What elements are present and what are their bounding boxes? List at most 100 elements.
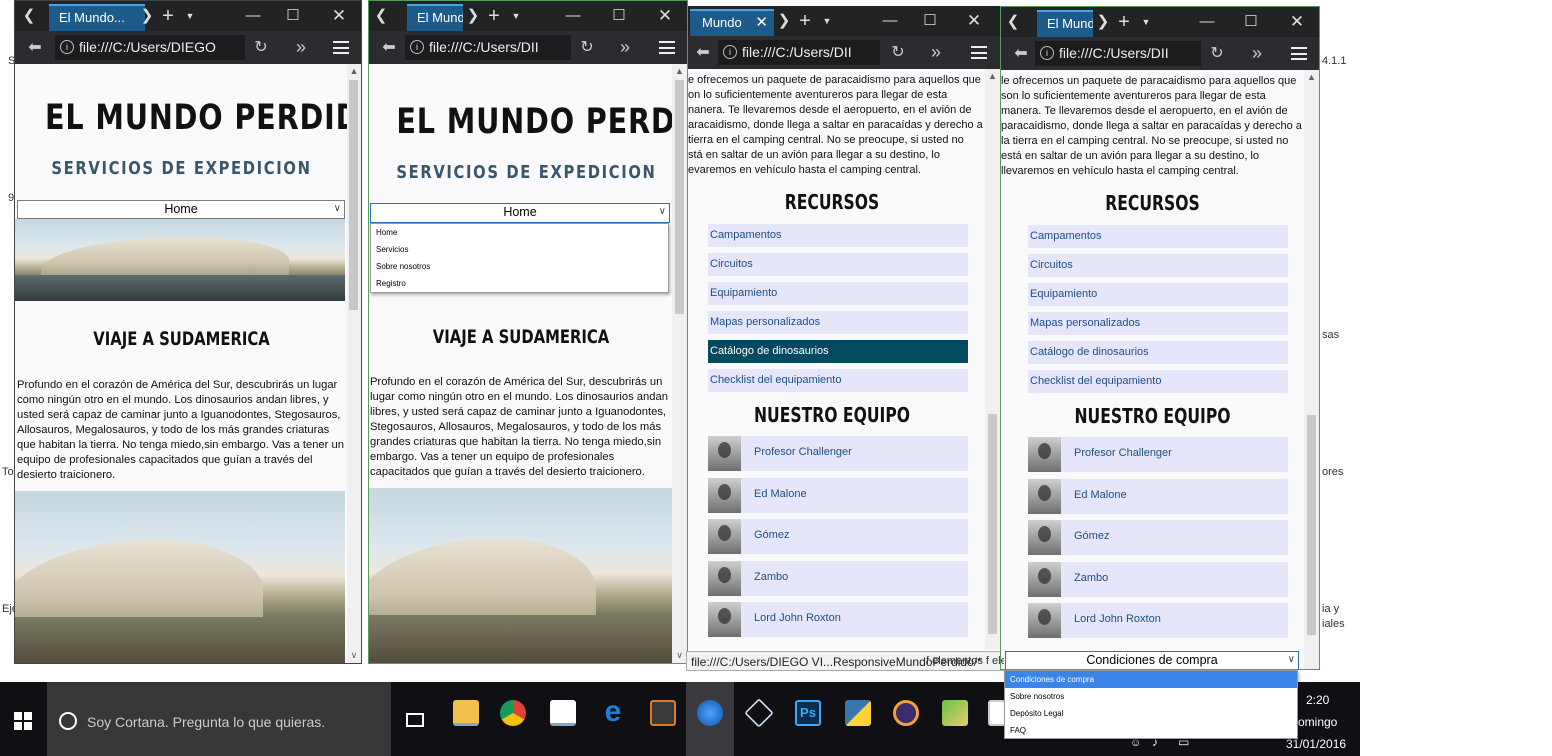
nav-select[interactable]: Home ∨ (370, 203, 670, 223)
scrollbar-thumb[interactable] (988, 414, 997, 634)
scroll-down-icon[interactable]: ∨ (347, 648, 361, 663)
team-member[interactable]: Profesor Challenger (1028, 437, 1288, 472)
tab-list-icon[interactable]: ▼ (183, 1, 197, 31)
back-icon[interactable]: ⬅ (377, 31, 401, 64)
eclipse-icon[interactable] (893, 700, 919, 726)
minimize-icon[interactable]: — (878, 6, 902, 36)
team-member[interactable]: Lord John Roxton (708, 602, 968, 637)
maximize-icon[interactable]: ☐ (281, 1, 305, 31)
resource-link[interactable]: Mapas personalizados (708, 311, 968, 334)
minimize-icon[interactable]: — (1195, 7, 1219, 37)
tab-list-icon[interactable]: ▼ (820, 6, 834, 36)
menu-icon[interactable] (659, 41, 675, 54)
address-bar[interactable]: i file:///C:/Users/DII (1035, 41, 1201, 66)
task-view-icon[interactable] (406, 713, 424, 727)
scrollbar-thumb[interactable] (675, 80, 684, 314)
reload-icon[interactable]: ↻ (249, 31, 273, 64)
photoshop-icon[interactable]: Ps (795, 700, 821, 726)
tab-close-icon[interactable]: ✕ (755, 11, 768, 35)
close-icon[interactable]: ✕ (1285, 7, 1309, 37)
nav-option-servicios[interactable]: Servicios (371, 241, 668, 258)
menu-icon[interactable] (971, 46, 987, 59)
minimize-icon[interactable]: — (241, 1, 265, 31)
nav-option-sobre-nosotros[interactable]: Sobre nosotros (371, 258, 668, 275)
resource-link[interactable]: Circuitos (708, 253, 968, 276)
resource-link-hovered[interactable]: Catálogo de dinosaurios (708, 340, 968, 363)
tab-mundo[interactable]: Mundo ✕ (690, 9, 774, 36)
chrome-icon[interactable] (500, 700, 526, 726)
reload-icon[interactable]: ↻ (886, 36, 910, 69)
resource-link[interactable]: Checklist del equipamiento (1028, 370, 1288, 393)
tab-el-mundo[interactable]: El Mundo (1037, 10, 1093, 37)
scroll-up-icon[interactable]: ▲ (985, 69, 1000, 84)
resource-link[interactable]: Campamentos (708, 224, 968, 247)
tab-scroll-left-icon[interactable]: ❮ (371, 1, 391, 31)
scroll-up-icon[interactable]: ▲ (1304, 70, 1319, 85)
scrollbar[interactable]: ▲ ∨ (347, 64, 361, 663)
footer-option-deposito-legal[interactable]: Depósito Legal (1005, 705, 1297, 722)
reload-icon[interactable]: ↻ (575, 31, 599, 64)
scrollbar-thumb[interactable] (1307, 415, 1316, 635)
team-member[interactable]: Gómez (1028, 520, 1288, 555)
footer-option-faq[interactable]: FAQ (1005, 722, 1297, 739)
info-icon[interactable]: i (723, 45, 737, 59)
info-icon[interactable]: i (1040, 46, 1054, 60)
tab-scroll-right-icon[interactable]: ❯ (1095, 7, 1111, 37)
reload-icon[interactable]: ↻ (1205, 37, 1229, 70)
file-explorer-icon[interactable] (453, 700, 479, 726)
menu-icon[interactable] (333, 41, 349, 54)
python-icon[interactable] (845, 700, 871, 726)
address-bar[interactable]: i file:///C:/Users/DII (405, 35, 571, 60)
resource-link[interactable]: Equipamiento (708, 282, 968, 305)
team-member[interactable]: Ed Malone (1028, 479, 1288, 514)
team-member[interactable]: Zambo (1028, 562, 1288, 597)
back-icon[interactable]: ⬅ (23, 31, 47, 64)
overflow-chevron-icon[interactable]: » (613, 31, 637, 64)
team-member[interactable]: Gómez (708, 519, 968, 554)
nav-option-registro[interactable]: Registro (371, 275, 668, 292)
sublime-text-icon[interactable] (650, 700, 676, 726)
info-icon[interactable]: i (60, 40, 74, 54)
firefox-developer-icon[interactable] (697, 700, 723, 726)
overflow-chevron-icon[interactable]: » (924, 36, 948, 69)
overflow-chevron-icon[interactable]: » (289, 31, 313, 64)
address-bar[interactable]: i file:///C:/Users/DIEGO (55, 35, 245, 60)
maximize-icon[interactable]: ☐ (1239, 7, 1263, 37)
scroll-up-icon[interactable]: ▲ (672, 64, 687, 79)
virtualbox-icon[interactable] (744, 698, 774, 728)
new-tab-icon[interactable]: + (1115, 7, 1133, 37)
scroll-up-icon[interactable]: ▲ (347, 64, 361, 79)
new-tab-icon[interactable]: + (485, 1, 503, 31)
tab-list-icon[interactable]: ▼ (509, 1, 523, 31)
info-icon[interactable]: i (410, 40, 424, 54)
tab-scroll-left-icon[interactable]: ❮ (19, 1, 39, 31)
resource-link[interactable]: Equipamiento (1028, 283, 1288, 306)
resource-link[interactable]: Checklist del equipamiento (708, 369, 968, 392)
team-member[interactable]: Profesor Challenger (708, 436, 968, 471)
scrollbar[interactable]: ▲ (985, 69, 1000, 650)
tab-el-mundo[interactable]: El Mundo (407, 4, 463, 31)
tab-list-icon[interactable]: ▼ (1139, 7, 1153, 37)
tab-el-mundo[interactable]: El Mundo... (49, 4, 145, 31)
maximize-icon[interactable]: ☐ (607, 1, 631, 31)
scrollbar[interactable]: ▲ ∨ (672, 64, 687, 663)
new-tab-icon[interactable]: + (796, 6, 814, 36)
nav-option-home[interactable]: Home (371, 224, 668, 241)
back-icon[interactable]: ⬅ (1009, 37, 1033, 70)
scrollbar-thumb[interactable] (349, 80, 358, 310)
overflow-chevron-icon[interactable]: » (1245, 37, 1269, 70)
close-icon[interactable]: ✕ (327, 1, 351, 31)
close-icon[interactable]: ✕ (962, 6, 986, 36)
team-member[interactable]: Ed Malone (708, 478, 968, 513)
edge-icon[interactable]: e (600, 697, 626, 727)
resource-link[interactable]: Mapas personalizados (1028, 312, 1288, 335)
scrollbar[interactable]: ▲ (1304, 70, 1319, 669)
new-tab-icon[interactable]: + (159, 1, 177, 31)
resource-link[interactable]: Campamentos (1028, 225, 1288, 248)
close-icon[interactable]: ✕ (653, 1, 677, 31)
tab-scroll-right-icon[interactable]: ❯ (465, 1, 481, 31)
resource-link[interactable]: Catálogo de dinosaurios (1028, 341, 1288, 364)
store-icon[interactable] (550, 700, 576, 726)
clock-time[interactable]: 2:20 (1306, 693, 1329, 707)
team-member[interactable]: Zambo (708, 561, 968, 596)
